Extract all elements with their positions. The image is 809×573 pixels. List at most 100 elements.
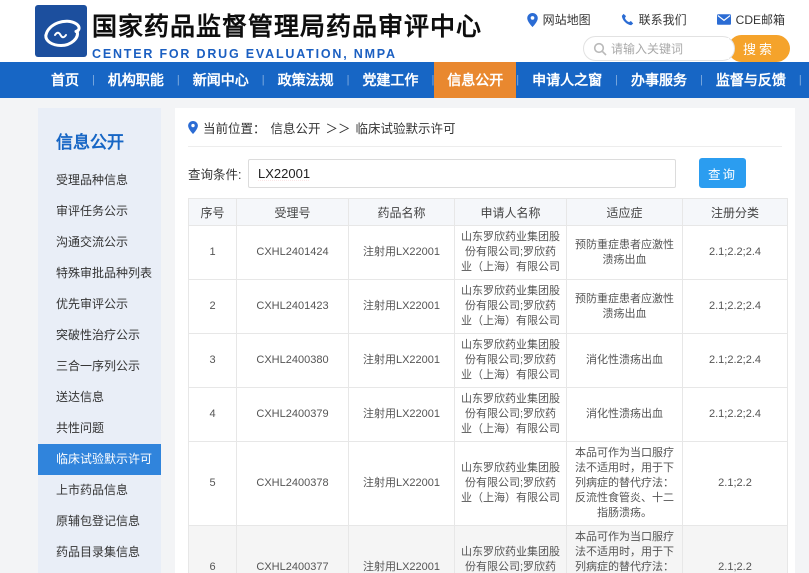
query-input[interactable] [248, 159, 676, 188]
site-title-block: 国家药品监督管理局药品审评中心 CENTER FOR DRUG EVALUATI… [92, 7, 482, 61]
col-header-applicant: 申请人名称 [455, 199, 567, 226]
cell-registration-class: 2.1;2.2;2.4 [683, 388, 788, 442]
breadcrumb-current: 临床试验默示许可 [356, 118, 456, 137]
sidebar-item-communication[interactable]: 沟通交流公示 [38, 227, 161, 258]
nav-item-info-disclosure[interactable]: 信息公开 [434, 62, 516, 98]
cell-registration-class: 2.1;2.2 [683, 442, 788, 526]
cell-registration-class: 2.1;2.2;2.4 [683, 226, 788, 280]
search-button[interactable]: 搜索 [728, 35, 790, 62]
cell-acceptance-no: CXHL2400380 [237, 334, 349, 388]
cell-applicant: 山东罗欣药业集团股份有限公司;罗欣药业（上海）有限公司 [455, 526, 567, 573]
sidebar-item-clinical-trial-implied-license[interactable]: 临床试验默示许可 [38, 444, 161, 475]
cde-logo-icon [35, 5, 87, 57]
breadcrumb-label: 当前位置： [203, 118, 266, 137]
table-header-row: 序号 受理号 药品名称 申请人名称 适应症 注册分类 [189, 199, 788, 226]
sidebar-item-key-work[interactable]: 重点工作 [38, 568, 161, 573]
nav-item-party[interactable]: 党建工作 [349, 62, 431, 98]
table-row: 6 CXHL2400377 注射用LX22001 山东罗欣药业集团股份有限公司;… [189, 526, 788, 573]
nav-item-news[interactable]: 新闻中心 [180, 62, 262, 98]
cell-applicant: 山东罗欣药业集团股份有限公司;罗欣药业（上海）有限公司 [455, 388, 567, 442]
sitemap-link[interactable]: 网站地图 [527, 11, 591, 28]
table-row: 4 CXHL2400379 注射用LX22001 山东罗欣药业集团股份有限公司;… [189, 388, 788, 442]
cell-indication: 预防重症患者应激性溃疡出血 [567, 226, 683, 280]
cell-index: 3 [189, 334, 237, 388]
nav-item-applicant[interactable]: 申请人之窗 [519, 62, 615, 98]
cell-indication: 消化性溃疡出血 [567, 388, 683, 442]
envelope-icon [717, 14, 731, 25]
table-row: 1 CXHL2401424 注射用LX22001 山东罗欣药业集团股份有限公司;… [189, 226, 788, 280]
nav-item-services[interactable]: 办事服务 [618, 62, 700, 98]
main-nav: 首页| 机构职能| 新闻中心| 政策法规| 党建工作| 信息公开| 申请人之窗|… [0, 62, 809, 98]
cell-index: 5 [189, 442, 237, 526]
site-subtitle: CENTER FOR DRUG EVALUATION, NMPA [92, 47, 482, 61]
col-header-acceptance-no: 受理号 [237, 199, 349, 226]
breadcrumb-pin-icon [188, 121, 198, 134]
sidebar-item-breakthrough-therapy[interactable]: 突破性治疗公示 [38, 320, 161, 351]
sidebar-item-excipient-registration[interactable]: 原辅包登记信息 [38, 506, 161, 537]
col-header-registration-class: 注册分类 [683, 199, 788, 226]
sidebar-item-marketed-drugs[interactable]: 上市药品信息 [38, 475, 161, 506]
cell-registration-class: 2.1;2.2;2.4 [683, 334, 788, 388]
cell-index: 6 [189, 526, 237, 573]
cell-registration-class: 2.1;2.2;2.4 [683, 280, 788, 334]
site-title: 国家药品监督管理局药品审评中心 [92, 7, 482, 43]
search-field-wrap [583, 36, 735, 61]
search-input[interactable] [611, 38, 729, 59]
col-header-index: 序号 [189, 199, 237, 226]
cell-applicant: 山东罗欣药业集团股份有限公司;罗欣药业（上海）有限公司 [455, 334, 567, 388]
cell-registration-class: 2.1;2.2 [683, 526, 788, 573]
contact-link[interactable]: 联系我们 [621, 11, 687, 28]
col-header-drug-name: 药品名称 [349, 199, 455, 226]
sidebar-item-accepted-products[interactable]: 受理品种信息 [38, 165, 161, 196]
cell-drug-name: 注射用LX22001 [349, 442, 455, 526]
query-button[interactable]: 查询 [699, 158, 746, 188]
sidebar-title: 信息公开 [38, 122, 161, 165]
results-table: 序号 受理号 药品名称 申请人名称 适应症 注册分类 1 CXHL2401424… [188, 198, 788, 573]
sidebar-item-delivery-info[interactable]: 送达信息 [38, 382, 161, 413]
nav-item-functions[interactable]: 机构职能 [95, 62, 177, 98]
sidebar-item-drug-catalog[interactable]: 药品目录集信息 [38, 537, 161, 568]
cell-index: 1 [189, 226, 237, 280]
nav-item-policies[interactable]: 政策法规 [265, 62, 347, 98]
cell-indication: 本品可作为当口服疗法不适用时，用于下列病症的替代疗法：反流性食管炎、十二指肠溃疡… [567, 526, 683, 573]
utility-links: 网站地图 联系我们 CDE邮箱 [527, 11, 785, 28]
sidebar-item-review-tasks[interactable]: 审评任务公示 [38, 196, 161, 227]
cell-acceptance-no: CXHL2400378 [237, 442, 349, 526]
nav-item-home[interactable]: 首页 [38, 62, 92, 98]
site-search: 搜索 [583, 35, 790, 62]
location-pin-icon [527, 13, 538, 27]
cell-indication: 预防重症患者应激性溃疡出血 [567, 280, 683, 334]
cde-mail-label: CDE邮箱 [736, 11, 785, 28]
breadcrumb-separator: ＞＞ [326, 118, 351, 137]
query-bar: 查询条件: 查询 [188, 158, 782, 188]
contact-label: 联系我们 [639, 11, 687, 28]
content-panel: 当前位置： 信息公开 ＞＞ 临床试验默示许可 查询条件: 查询 序号 受理号 药… [175, 108, 795, 573]
sidebar-item-special-approval[interactable]: 特殊审批品种列表 [38, 258, 161, 289]
cell-indication: 消化性溃疡出血 [567, 334, 683, 388]
cell-drug-name: 注射用LX22001 [349, 280, 455, 334]
cde-mail-link[interactable]: CDE邮箱 [717, 11, 785, 28]
table-row: 5 CXHL2400378 注射用LX22001 山东罗欣药业集团股份有限公司;… [189, 442, 788, 526]
breadcrumb-section-link[interactable]: 信息公开 [271, 118, 321, 137]
cell-applicant: 山东罗欣药业集团股份有限公司;罗欣药业（上海）有限公司 [455, 226, 567, 280]
nav-item-registration-platform[interactable]: 登记备案平台 [802, 62, 809, 98]
cell-drug-name: 注射用LX22001 [349, 334, 455, 388]
sidebar-item-three-in-one[interactable]: 三合一序列公示 [38, 351, 161, 382]
phone-icon [621, 13, 634, 26]
sidebar-item-common-issues[interactable]: 共性问题 [38, 413, 161, 444]
cell-index: 2 [189, 280, 237, 334]
cell-indication: 本品可作为当口服疗法不适用时，用于下列病症的替代疗法：反流性食管炎、十二指肠溃疡… [567, 442, 683, 526]
cell-drug-name: 注射用LX22001 [349, 226, 455, 280]
table-row: 3 CXHL2400380 注射用LX22001 山东罗欣药业集团股份有限公司;… [189, 334, 788, 388]
breadcrumb: 当前位置： 信息公开 ＞＞ 临床试验默示许可 [188, 108, 782, 147]
cell-drug-name: 注射用LX22001 [349, 526, 455, 573]
cell-drug-name: 注射用LX22001 [349, 388, 455, 442]
cell-applicant: 山东罗欣药业集团股份有限公司;罗欣药业（上海）有限公司 [455, 442, 567, 526]
cell-applicant: 山东罗欣药业集团股份有限公司;罗欣药业（上海）有限公司 [455, 280, 567, 334]
site-header: 国家药品监督管理局药品审评中心 CENTER FOR DRUG EVALUATI… [0, 0, 809, 62]
sitemap-label: 网站地图 [543, 11, 591, 28]
cell-acceptance-no: CXHL2401424 [237, 226, 349, 280]
sidebar-item-priority-review[interactable]: 优先审评公示 [38, 289, 161, 320]
query-label: 查询条件: [188, 164, 248, 183]
nav-item-supervision[interactable]: 监督与反馈 [703, 62, 799, 98]
